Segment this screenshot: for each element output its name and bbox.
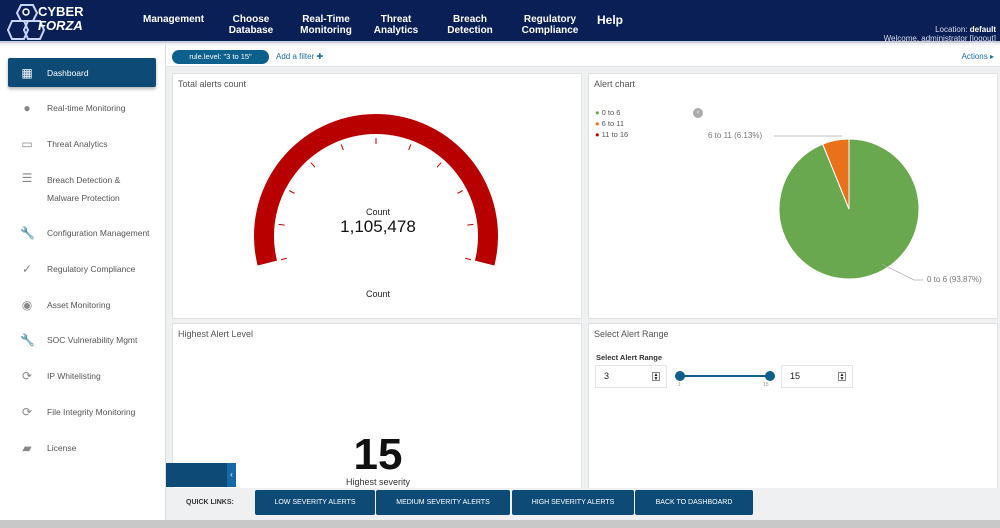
sidebar-item-dashboard[interactable]: ▦ Dashboard [8,58,156,87]
sidebar-item-label: File Integrity Monitoring [47,407,136,417]
sidebar-item-ip-whitelisting[interactable]: ⟳ IP Whitelisting [8,367,156,385]
nav-threat-analytics[interactable]: Threat Analytics [372,14,420,36]
user-icon: ● [23,101,31,115]
dashboard-icon: ▦ [21,65,33,80]
wrench-icon: 🔧 [20,333,35,347]
stepper-icon: ▲ ▼ [838,372,846,382]
high-severity-button[interactable]: HIGH SEVERITY ALERTS [512,490,634,515]
wrench-icon: 🔧 [20,226,35,240]
gauge-tick [457,190,464,194]
slider-max-label: 15 [763,382,769,388]
clipboard-icon: ▭ [21,137,33,151]
top-header: CYBER FORZA Management Choose Database Re… [0,0,1000,43]
search-refresh-icon: ⟳ [21,405,33,419]
min-range-input[interactable]: 3 ▲ ▼ [595,365,667,388]
range-label: Select Alert Range [596,353,662,362]
sidebar-item-asset-monitoring[interactable]: ◉ Asset Monitoring [8,296,156,314]
eye-icon: ◉ [21,298,33,312]
license-icon: ▰ [22,441,32,455]
filter-bar: rule.level: "3 to 15" Add a filter ✚ Act… [166,45,1000,67]
sidebar-item-regulatory-compliance[interactable]: ✓ Regulatory Compliance [8,260,156,278]
panel-title: Select Alert Range [594,329,669,339]
logo-text: CYBER FORZA [38,4,84,33]
nav-management[interactable]: Management [143,14,204,25]
sidebar-item-label: Dashboard [47,67,89,78]
nav-real-time-monitoring[interactable]: Real-Time Monitoring [297,14,355,36]
sidebar-item-label: Real-time Monitoring [47,103,126,113]
sidebar-item-soc-vulnerability[interactable]: 🔧 SOC Vulnerability Mgmt [8,331,156,349]
back-to-dashboard-button[interactable]: BACK TO DASHBOARD [635,490,753,515]
sidebar-item-label: License [47,443,77,453]
sidebar-item-threat-analytics[interactable]: ▭ Threat Analytics [8,135,156,153]
medium-severity-button[interactable]: MEDIUM SEVERITY ALERTS [376,490,510,515]
max-range-input[interactable]: 15 ▲ ▼ [781,365,853,388]
total-alerts-panel: Total alerts count Count 1,105,478 Count [172,73,582,319]
sidebar-item-label: Asset Monitoring [47,300,111,310]
slider-min-label: 1 [678,382,681,388]
sidebar-item-label: Threat Analytics [47,139,108,149]
horizontal-scrollbar[interactable] [0,520,1000,528]
sidebar-item-label: Breach Detection & Malware Protection [47,175,121,203]
gauge-tick [436,162,442,168]
chevron-left-icon[interactable]: ‹ [227,463,236,487]
check-circle-icon: ✓ [21,262,33,276]
gauge-tick [340,144,344,151]
user-info: Location: default Welcome, administrator… [884,25,996,43]
gauge-tick [280,257,287,261]
sidebar-item-license[interactable]: ▰ License [8,439,156,457]
gauge-tick [465,257,472,261]
stepper-icon: ▲ ▼ [652,372,660,382]
gauge-arc [253,113,498,266]
sidebar-item-label: Regulatory Compliance [47,264,136,274]
add-filter-link[interactable]: Add a filter ✚ [276,52,323,61]
sidebar-item-label: Configuration Management [47,228,150,238]
gauge-value: 1,105,478 [340,217,416,236]
gauge [253,113,498,266]
gauge-tick [408,144,412,151]
gauge-center-label: Count [365,207,391,217]
sidebar-item-configuration-management[interactable]: 🔧 Configuration Management [8,224,156,242]
actions-menu[interactable]: Actions ▸ [962,52,994,61]
panel-title: Highest Alert Level [178,329,254,339]
nav-choose-database[interactable]: Choose Database [228,14,274,36]
welcome-text: Welcome, administrator [883,34,968,43]
sidebar-item-file-integrity[interactable]: ⟳ File Integrity Monitoring [8,403,156,421]
alert-range-panel: Select Alert Range Select Alert Range [588,323,998,493]
slice-label: 6 to 11 (6.13%) [708,131,763,140]
quick-links-bar: QUICK LINKS: LOW SEVERITY ALERTS MEDIUM … [166,488,1000,517]
gauge-bottom-label: Count [365,289,391,299]
nav-regulatory-compliance[interactable]: Regulatory Compliance [519,14,581,36]
range-slider-min-handle[interactable] [675,371,685,381]
nav-help[interactable]: Help [597,13,623,27]
logout-link[interactable]: [logout] [970,34,996,43]
gauge-tick [288,190,295,194]
location-value: default [969,25,996,34]
slice-label: 0 to 6 (93.87%) [927,275,982,284]
quick-links-label: QUICK LINKS: [186,499,234,506]
list-icon: ☰ [21,171,33,185]
sidebar-item-real-time-monitoring[interactable]: ● Real-time Monitoring [8,99,156,117]
alert-chart-panel: Alert chart ● 0 to 6 ● 6 to 11 ● 11 to 1… [588,73,998,319]
filter-pill[interactable]: rule.level: "3 to 15" [172,50,269,64]
sidebar-item-label: SOC Vulnerability Mgmt [47,335,138,345]
nav-breach-detection[interactable]: Breach Detection [444,14,496,36]
range-slider-track[interactable] [680,375,770,377]
sidebar-item-breach-detection[interactable]: ☰ Breach Detection & Malware Protection [8,171,156,207]
search-refresh-icon: ⟳ [21,369,33,383]
sidebar: ▦ Dashboard ● Real-time Monitoring ▭ Threat… [0,45,166,522]
range-slider-max-handle[interactable] [765,371,775,381]
low-severity-button[interactable]: LOW SEVERITY ALERTS [255,490,375,515]
sidebar-item-label: IP Whitelisting [47,371,101,381]
location-label: Location: [935,25,968,34]
sidebar-collapse[interactable]: ‹ [166,463,236,487]
gauge-tick [310,162,316,168]
